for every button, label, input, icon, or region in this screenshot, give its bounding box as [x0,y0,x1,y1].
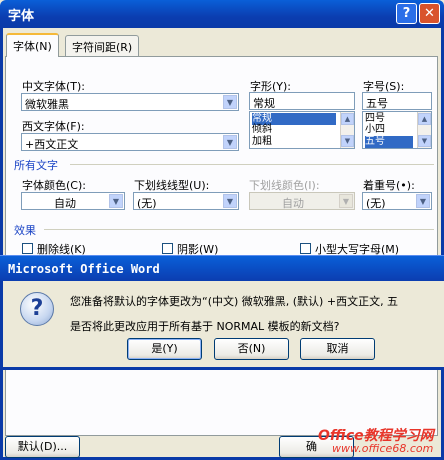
watermark-url: www.office68.com [332,442,434,455]
message-box-title-bar: Microsoft Office Word [0,255,444,281]
window-title: 字体 [8,9,35,24]
underline-style-select[interactable]: (无) ▼ [133,192,239,210]
list-item[interactable]: 五号 [365,136,413,148]
yes-button[interactable]: 是(Y) [127,338,202,360]
underline-color-value: 自动 [282,197,304,210]
western-font-value: +西文正文 [25,138,79,151]
chinese-font-select[interactable]: 微软雅黑 ▼ [21,93,239,111]
default-button[interactable]: 默认(D)... [5,436,80,458]
chevron-down-icon: ▼ [339,194,353,208]
font-color-label: 字体颜色(C): [22,179,86,192]
divider [44,229,434,230]
title-bar: 字体 ? ✕ [0,0,444,28]
underline-style-value: (无) [137,197,157,210]
list-item[interactable]: 小四 [365,124,385,136]
underline-style-label: 下划线线型(U): [134,179,210,192]
close-button[interactable]: ✕ [419,3,440,24]
scroll-down-icon[interactable]: ▼ [341,135,354,147]
scrollbar[interactable]: ▲ ▼ [417,112,431,148]
western-font-label: 西文字体(F): [22,120,85,133]
tab-character-spacing[interactable]: 字符间距(R) [65,35,140,56]
chevron-down-icon[interactable]: ▼ [223,135,237,149]
effects-section-title: 效果 [14,224,36,237]
chevron-down-icon[interactable]: ▼ [223,194,237,208]
chinese-font-label: 中文字体(T): [22,80,86,93]
chevron-down-icon[interactable]: ▼ [109,194,123,208]
message-line-1: 您准备将默认的字体更改为“(中文) 微软雅黑, (默认) +西文正文, 五 [70,295,399,308]
no-button[interactable]: 否(N) [214,338,289,360]
all-text-section-title: 所有文字 [14,159,58,172]
western-font-select[interactable]: +西文正文 ▼ [21,133,239,151]
font-color-value: 自动 [54,197,76,210]
message-box-title: Microsoft Office Word [8,262,160,276]
font-size-input[interactable]: 五号 [362,92,432,110]
font-size-list[interactable]: 四号 小四 五号 ▲ ▼ [362,111,432,149]
cancel-button[interactable]: 取消 [300,338,375,360]
emphasis-label: 着重号(•): [363,179,415,192]
list-item[interactable]: 倾斜 [252,124,272,136]
chevron-down-icon[interactable]: ▼ [416,194,430,208]
font-style-list[interactable]: 常规 倾斜 加粗 ▲ ▼ [249,111,355,149]
font-style-input[interactable]: 常规 [249,92,355,110]
strikethrough-checkbox[interactable] [22,243,33,254]
divider [70,164,434,165]
chevron-down-icon[interactable]: ▼ [223,95,237,109]
shadow-checkbox[interactable] [162,243,173,254]
tab-font[interactable]: 字体(N) [6,33,59,57]
font-color-select[interactable]: 自动 ▼ [21,192,125,210]
emphasis-select[interactable]: (无) ▼ [362,192,432,210]
emphasis-value: (无) [366,197,386,210]
scroll-up-icon[interactable]: ▲ [418,113,431,125]
chinese-font-value: 微软雅黑 [25,98,69,111]
small-caps-checkbox[interactable] [300,243,311,254]
message-line-2: 是否将此更改应用于所有基于 NORMAL 模板的新文档? [70,320,340,333]
scroll-down-icon[interactable]: ▼ [418,135,431,147]
question-icon: ? [20,292,54,326]
underline-color-label: 下划线颜色(I): [249,179,320,192]
scrollbar[interactable]: ▲ ▼ [340,112,354,148]
list-item[interactable]: 加粗 [252,136,272,148]
scroll-up-icon[interactable]: ▲ [341,113,354,125]
underline-color-select: 自动 ▼ [249,192,355,210]
help-button[interactable]: ? [396,3,417,24]
